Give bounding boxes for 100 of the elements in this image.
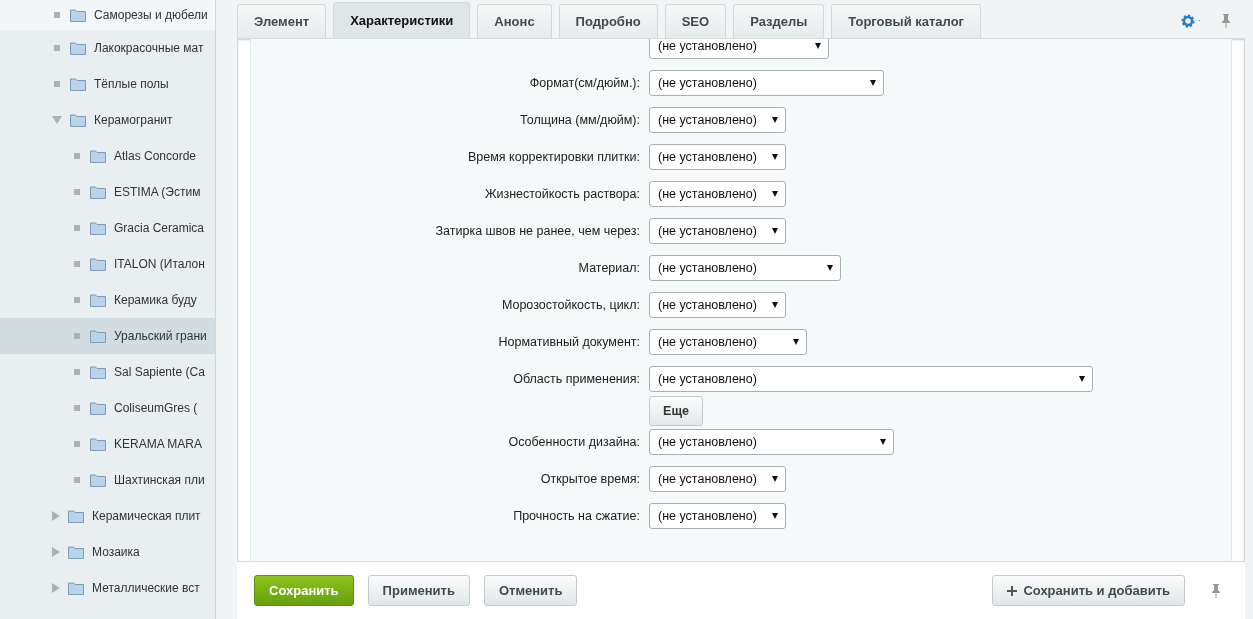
- bullet-icon: [74, 297, 80, 303]
- dropdown[interactable]: (не установлено): [649, 366, 1093, 392]
- folder-icon: [68, 581, 84, 595]
- dropdown[interactable]: (не установлено): [649, 503, 786, 529]
- bullet-icon: [54, 45, 60, 51]
- caret-icon: [772, 154, 778, 160]
- dropdown[interactable]: (не установлено): [649, 107, 786, 133]
- tree-item[interactable]: ITALON (Италон: [0, 246, 215, 282]
- tree-item[interactable]: Atlas Concorde: [0, 138, 215, 174]
- dropdown[interactable]: (не установлено): [649, 292, 786, 318]
- bullet-icon: [74, 441, 80, 447]
- more-button[interactable]: Еще: [649, 396, 703, 426]
- plus-icon: [1007, 585, 1018, 596]
- folder-icon: [90, 329, 106, 343]
- bullet-icon: [54, 81, 60, 87]
- bullet-icon: [74, 225, 80, 231]
- folder-icon: [68, 509, 84, 523]
- caret-icon: [772, 228, 778, 234]
- field-label: Прочность на сжатие:: [513, 509, 640, 523]
- caret-icon: [815, 43, 821, 49]
- bullet-icon: [54, 12, 60, 18]
- bullet-icon: [74, 333, 80, 339]
- folder-icon: [90, 221, 106, 235]
- expand-arrow-icon[interactable]: [52, 511, 60, 521]
- dropdown[interactable]: (не установлено): [649, 329, 807, 355]
- tab[interactable]: Разделы: [733, 4, 825, 38]
- tree-item[interactable]: Керамика буду: [0, 282, 215, 318]
- field-label: Особенности дизайна:: [508, 435, 640, 449]
- folder-icon: [90, 185, 106, 199]
- tree-item[interactable]: Sal Sapiente (Са: [0, 354, 215, 390]
- tree-item[interactable]: Шахтинская пли: [0, 462, 215, 498]
- folder-icon: [90, 257, 106, 271]
- folder-icon: [90, 149, 106, 163]
- bullet-icon: [74, 405, 80, 411]
- tree-item[interactable]: Керамическая плит: [0, 498, 215, 534]
- tree-item[interactable]: ESTIMA (Эстим: [0, 174, 215, 210]
- tree-item[interactable]: Мозаика: [0, 534, 215, 570]
- tree-item[interactable]: Металлические вст: [0, 570, 215, 606]
- tab[interactable]: Характеристики: [333, 2, 471, 38]
- tab[interactable]: SEO: [664, 4, 727, 38]
- field-label: Материал:: [578, 261, 640, 275]
- field-label: Время корректировки плитки:: [468, 150, 640, 164]
- field-label: Открытое время:: [540, 472, 640, 486]
- dropdown[interactable]: (не установлено): [649, 70, 884, 96]
- folder-icon: [90, 473, 106, 487]
- expand-arrow-icon[interactable]: [52, 583, 60, 593]
- expand-arrow-icon[interactable]: [52, 547, 60, 557]
- bullet-icon: [74, 261, 80, 267]
- folder-icon: [70, 113, 86, 127]
- dropdown[interactable]: (не установлено): [649, 466, 786, 492]
- dropdown[interactable]: (не установлено): [649, 181, 786, 207]
- caret-icon: [880, 439, 886, 445]
- dropdown[interactable]: (не установлено): [649, 429, 894, 455]
- field-label: Морозостойкость, цикл:: [501, 298, 640, 312]
- caret-icon: [772, 302, 778, 308]
- tab[interactable]: Подробно: [558, 4, 658, 38]
- field-label: Нормативный документ:: [498, 335, 640, 349]
- tree-item[interactable]: ColiseumGres (: [0, 390, 215, 426]
- tree-item[interactable]: Лакокрасочные мат: [0, 30, 215, 66]
- tab[interactable]: Элемент: [237, 4, 327, 38]
- save-and-add-button[interactable]: Сохранить и добавить: [992, 575, 1185, 606]
- pin-icon[interactable]: [1221, 13, 1231, 29]
- caret-icon: [827, 265, 833, 271]
- dropdown[interactable]: (не установлено): [649, 218, 786, 244]
- tree-item[interactable]: KERAMA MARA: [0, 426, 215, 462]
- dropdown[interactable]: (не установлено): [649, 144, 786, 170]
- bullet-icon: [74, 153, 80, 159]
- tab[interactable]: Анонс: [477, 4, 552, 38]
- tree-item[interactable]: Тёплые полы: [0, 66, 215, 102]
- action-button[interactable]: Отменить: [483, 575, 578, 606]
- dropdown[interactable]: (не установлено): [649, 39, 829, 59]
- tree-item[interactable]: Уральский грани: [0, 318, 215, 354]
- tree-item[interactable]: Саморезы и дюбели: [0, 0, 215, 30]
- caret-icon: [870, 80, 876, 86]
- action-button[interactable]: Применить: [367, 575, 470, 606]
- field-label: Область применения:: [513, 372, 640, 386]
- field-label: Толщина (мм/дюйм):: [520, 113, 640, 127]
- folder-icon: [68, 545, 84, 559]
- field-label: Жизнестойкость раствора:: [484, 187, 640, 201]
- bullet-icon: [74, 477, 80, 483]
- bullet-icon: [74, 189, 80, 195]
- folder-icon: [70, 41, 86, 55]
- caret-icon: [772, 117, 778, 123]
- pin-icon[interactable]: [1211, 582, 1221, 599]
- caret-icon: [793, 339, 799, 345]
- folder-icon: [90, 401, 106, 415]
- dropdown[interactable]: (не установлено): [649, 255, 841, 281]
- field-label: Затирка швов не ранее, чем через:: [435, 224, 640, 238]
- caret-icon: [1079, 376, 1085, 382]
- folder-icon: [70, 77, 86, 91]
- collapse-arrow-icon[interactable]: [52, 116, 62, 124]
- folder-icon: [70, 8, 86, 22]
- folder-icon: [90, 293, 106, 307]
- caret-icon: [772, 513, 778, 519]
- field-label: Формат(см/дюйм.):: [529, 76, 640, 90]
- tree-item[interactable]: Gracia Ceramica: [0, 210, 215, 246]
- tree-item[interactable]: Керамогранит: [0, 102, 215, 138]
- folder-icon: [90, 437, 106, 451]
- caret-icon: [772, 476, 778, 482]
- tab[interactable]: Торговый каталог: [831, 4, 982, 38]
